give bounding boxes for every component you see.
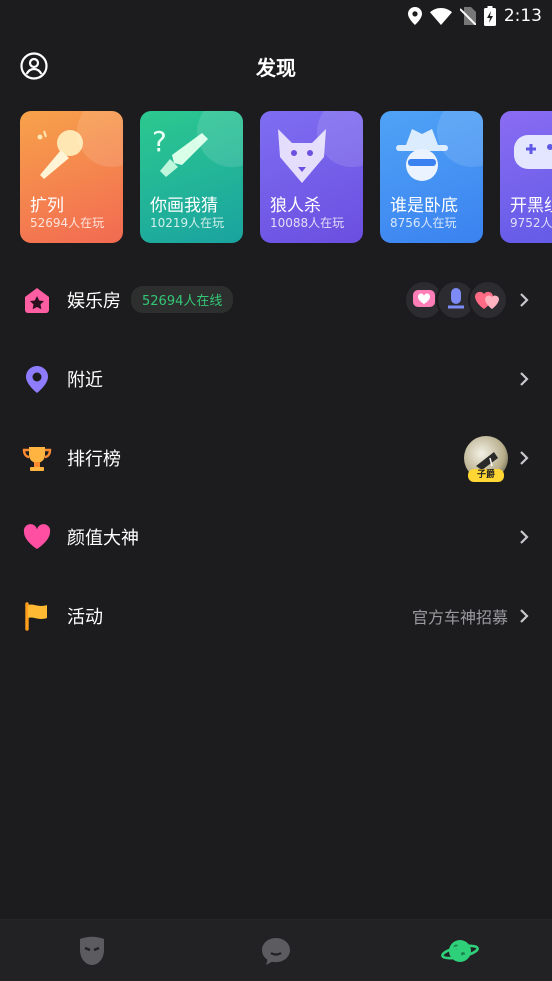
menu-item-entertainment[interactable]: 娱乐房 52694人在线	[0, 260, 552, 339]
flag-icon	[25, 601, 47, 631]
menu-item-ranking[interactable]: 排行榜 子爵	[0, 418, 552, 497]
tab-chat[interactable]	[256, 931, 296, 971]
menu-item-activity[interactable]: 活动 官方车神招募	[0, 576, 552, 655]
page-title: 发现	[256, 55, 296, 80]
menu-item-label: 附近	[67, 369, 103, 391]
chevron-right-icon	[520, 371, 529, 386]
game-card-team-up[interactable]: 开黑组队 9752人在玩	[500, 111, 552, 243]
chevron-right-icon	[520, 450, 529, 465]
game-card-werewolf[interactable]: 狼人杀 10088人在玩	[260, 111, 363, 243]
wifi-icon	[429, 7, 452, 25]
chevron-right-icon	[520, 608, 529, 623]
room-avatars	[404, 279, 508, 320]
location-pin-icon	[26, 365, 48, 393]
game-card-name: 谁是卧底	[390, 196, 458, 216]
game-card-name: 开黑组队	[510, 196, 552, 216]
gamepad-icon	[514, 135, 552, 169]
microphone-icon	[37, 130, 83, 179]
location-icon	[407, 7, 422, 25]
game-card-count: 10088人在玩	[270, 216, 345, 230]
battery-charging-icon	[483, 6, 496, 26]
svg-text:?: ?	[152, 125, 167, 158]
heart-icon	[23, 523, 51, 549]
house-icon	[25, 287, 49, 313]
chevron-right-icon	[520, 292, 529, 307]
chevron-right-icon	[520, 529, 529, 544]
planet-icon	[441, 939, 479, 962]
menu-item-label: 活动	[67, 606, 103, 628]
mask-icon	[80, 936, 104, 965]
menu-item-label: 娱乐房	[67, 290, 121, 312]
activity-subtitle: 官方车神招募	[411, 607, 508, 627]
status-time: 2:13	[503, 6, 542, 26]
game-card-draw-guess[interactable]: ? 你画我猜 10219人在玩	[140, 111, 243, 243]
game-card-count: 10219人在玩	[150, 216, 225, 230]
menu-item-beauty[interactable]: 颜值大神	[0, 497, 552, 576]
game-card-name: 扩列	[30, 196, 64, 216]
tab-mask[interactable]	[72, 931, 112, 971]
bottom-tab-bar	[0, 919, 552, 981]
rank-title-tag: 子爵	[468, 468, 504, 482]
double-heart-icon	[468, 279, 508, 320]
game-card-count: 8756人在玩	[390, 216, 457, 230]
game-card-name: 狼人杀	[270, 196, 321, 216]
no-sim-icon	[459, 7, 476, 25]
game-card-count: 52694人在玩	[30, 216, 105, 230]
game-card-name: 你画我猜	[150, 196, 218, 216]
paint-brush-icon: ?	[152, 125, 208, 177]
menu-list: 娱乐房 52694人在线 附近 排行榜 子爵 颜值大神 活动 官方车神招募	[0, 260, 552, 655]
game-card-list: 扩列 52694人在玩 ? 你画我猜 10219人在玩 狼人杀 10088人在玩…	[20, 111, 552, 243]
game-card-undercover[interactable]: 谁是卧底 8756人在玩	[380, 111, 483, 243]
status-bar: 2:13	[0, 0, 552, 32]
wolf-icon	[278, 129, 326, 183]
game-card-kuolie[interactable]: 扩列 52694人在玩	[20, 111, 123, 243]
menu-item-nearby[interactable]: 附近	[0, 339, 552, 418]
top-rank-avatar: 子爵	[464, 435, 508, 482]
chat-bubble-icon	[262, 937, 290, 965]
header: 发现	[0, 44, 552, 88]
menu-item-label: 排行榜	[67, 448, 121, 470]
game-card-count: 9752人在玩	[510, 216, 552, 230]
online-count-badge: 52694人在线	[131, 286, 234, 313]
menu-item-label: 颜值大神	[67, 527, 139, 549]
tab-discover[interactable]	[440, 931, 480, 971]
user-circle-icon[interactable]	[20, 52, 48, 80]
trophy-icon	[22, 446, 52, 471]
spy-icon	[396, 129, 448, 181]
